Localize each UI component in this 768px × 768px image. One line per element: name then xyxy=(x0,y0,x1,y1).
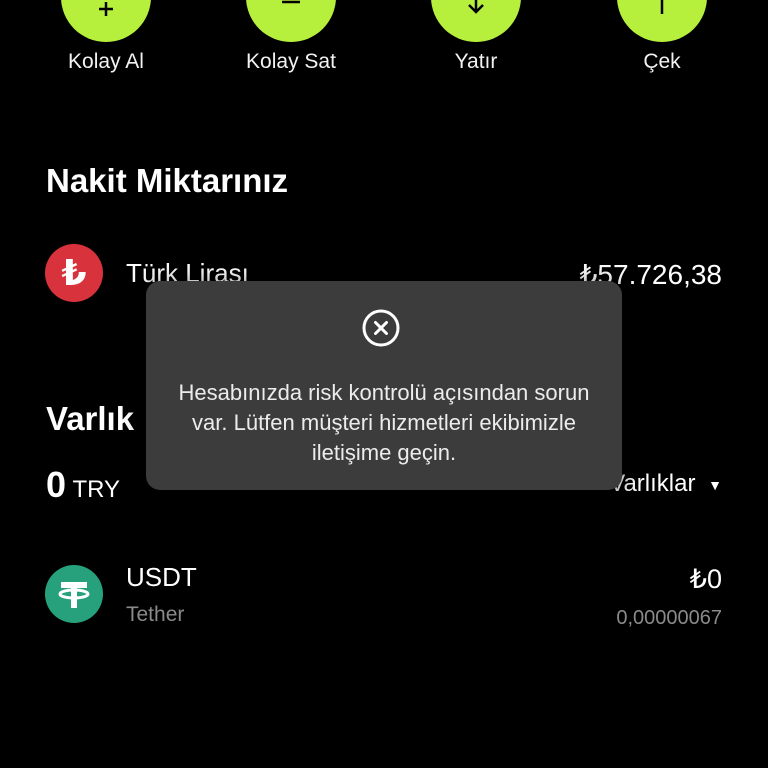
close-circle-icon[interactable] xyxy=(362,309,400,347)
usdt-value: ₺0 xyxy=(689,564,722,594)
minus-icon xyxy=(282,0,300,4)
assets-total: 0 TRY xyxy=(46,464,120,506)
cek-circle[interactable] xyxy=(617,0,707,42)
usdt-quantity: 0,00000067 xyxy=(616,607,722,629)
deposit-arrow-down-icon xyxy=(468,0,484,14)
kolay-al-button[interactable]: Kolay Al xyxy=(46,0,166,90)
plus-icon xyxy=(99,2,113,16)
tether-logo-icon xyxy=(58,582,90,608)
kolay-al-label: Kolay Al xyxy=(68,50,144,73)
kolay-sat-label: Kolay Sat xyxy=(246,50,336,73)
cek-label: Çek xyxy=(643,50,681,73)
cash-section-title: Nakit Miktarınız xyxy=(46,162,289,199)
assets-filter-label: Varlıklar xyxy=(609,470,696,497)
kolay-sat-circle[interactable] xyxy=(246,0,336,42)
cek-button[interactable]: Çek xyxy=(602,0,722,90)
risk-control-modal: Hesabınızda risk kontrolü açısından soru… xyxy=(146,281,622,490)
kolay-sat-button[interactable]: Kolay Sat xyxy=(231,0,351,90)
caret-down-icon: ▼ xyxy=(708,476,722,493)
yatir-label: Yatır xyxy=(454,50,498,73)
usdt-name: Tether xyxy=(126,603,185,626)
kolay-al-circle[interactable] xyxy=(61,0,151,42)
usdt-symbol: USDT xyxy=(126,562,197,592)
yatir-circle[interactable] xyxy=(431,0,521,42)
assets-total-unit: TRY xyxy=(72,476,121,503)
lira-symbol: ₺ xyxy=(61,252,87,293)
withdraw-arrow-up-icon xyxy=(660,0,664,14)
risk-control-message: Hesabınızda risk kontrolü açısından soru… xyxy=(178,380,590,465)
usdt-badge-icon xyxy=(45,565,103,623)
assets-section-title: Varlık xyxy=(46,400,135,437)
assets-filter-dropdown[interactable]: Varlıklar ▼ xyxy=(609,470,722,498)
try-badge-icon: ₺ xyxy=(45,244,103,302)
yatir-button[interactable]: Yatır xyxy=(416,0,536,90)
assets-total-value: 0 xyxy=(46,464,67,505)
